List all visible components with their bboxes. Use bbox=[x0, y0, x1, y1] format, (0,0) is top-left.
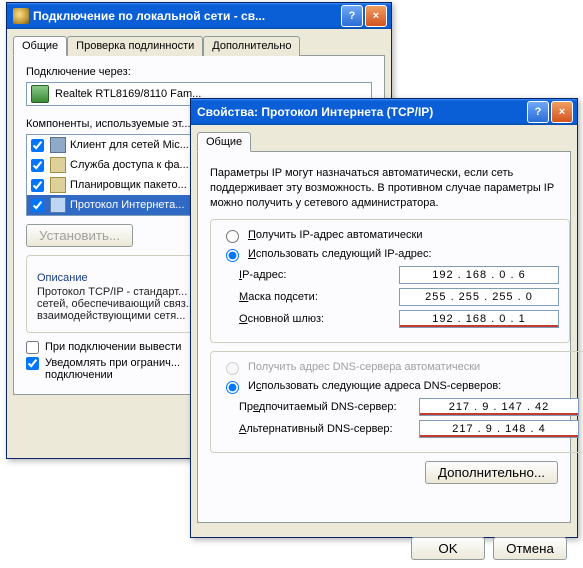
advanced-button[interactable]: Дополнительно... bbox=[425, 461, 558, 484]
radio-auto-dns-row: Получить адрес DNS-сервера автоматически bbox=[221, 359, 579, 375]
service-icon bbox=[50, 177, 66, 193]
radio-auto-ip[interactable] bbox=[226, 230, 239, 243]
component-checkbox[interactable] bbox=[31, 139, 44, 152]
radio-manual-dns[interactable] bbox=[226, 381, 239, 394]
component-label: Служба доступа к фа... bbox=[70, 159, 189, 171]
radio-manual-ip[interactable] bbox=[226, 249, 239, 262]
subnet-mask-field[interactable]: 255 . 255 . 255 . 0 bbox=[399, 288, 559, 306]
radio-manual-dns-row[interactable]: Использовать следующие адреса DNS-сервер… bbox=[221, 378, 579, 394]
radio-manual-ip-row[interactable]: Использовать следующий IP-адрес: bbox=[221, 246, 559, 262]
lan-window-title: Подключение по локальной сети - св... bbox=[33, 9, 341, 23]
close-button[interactable]: × bbox=[365, 5, 387, 27]
show-icon-checkbox[interactable] bbox=[26, 341, 39, 354]
info-text: Параметры IP могут назначаться автоматич… bbox=[210, 166, 558, 211]
service-icon bbox=[50, 157, 66, 173]
cancel-button[interactable]: Отмена bbox=[493, 537, 567, 560]
tab-general[interactable]: Общие bbox=[197, 132, 251, 152]
close-button[interactable]: × bbox=[551, 101, 573, 123]
notify-checkbox[interactable] bbox=[26, 357, 39, 370]
gateway-label: Основной шлюз: bbox=[239, 313, 399, 325]
adapter-name: Realtek RTL8169/8110 Fam... bbox=[55, 88, 201, 100]
connect-via-label: Подключение через: bbox=[26, 66, 372, 78]
component-checkbox[interactable] bbox=[31, 159, 44, 172]
component-checkbox[interactable] bbox=[31, 199, 44, 212]
lan-icon bbox=[13, 8, 29, 24]
help-button[interactable]: ? bbox=[341, 5, 363, 27]
dns-alt-row: Альтернативный DNS-сервер: 217 . 9 . 148… bbox=[239, 420, 579, 438]
client-icon bbox=[50, 137, 66, 153]
notify-label: Уведомлять при огранич... подключении bbox=[45, 357, 180, 381]
nic-icon bbox=[31, 85, 49, 103]
radio-manual-dns-label: Использовать следующие адреса DNS-сервер… bbox=[248, 380, 501, 392]
ip-address-row: IP-адрес: 192 . 168 . 0 . 6 bbox=[239, 266, 559, 284]
dns-alt-label: Альтернативный DNS-сервер: bbox=[239, 423, 419, 435]
tab-advanced[interactable]: Дополнительно bbox=[203, 36, 300, 56]
dns-alt-field[interactable]: 217 . 9 . 148 . 4 bbox=[419, 420, 579, 438]
show-icon-label: При подключении вывести bbox=[45, 341, 181, 353]
dns-preferred-row: Предпочитаемый DNS-сервер: 217 . 9 . 147… bbox=[239, 398, 579, 416]
subnet-mask-row: Маска подсети: 255 . 255 . 255 . 0 bbox=[239, 288, 559, 306]
ip-address-field[interactable]: 192 . 168 . 0 . 6 bbox=[399, 266, 559, 284]
tcpip-tab-panel: Параметры IP могут назначаться автоматич… bbox=[197, 151, 571, 523]
lan-window-titlebar: Подключение по локальной сети - св... ? … bbox=[7, 3, 391, 29]
dialog-button-bar: OK Отмена bbox=[191, 529, 577, 568]
ip-group: ППолучить IP-адрес автоматическиолучить … bbox=[210, 219, 570, 343]
component-checkbox[interactable] bbox=[31, 179, 44, 192]
help-button[interactable]: ? bbox=[527, 101, 549, 123]
tcpip-window-titlebar: Свойства: Протокол Интернета (TCP/IP) ? … bbox=[191, 99, 577, 125]
tcpip-window-title: Свойства: Протокол Интернета (TCP/IP) bbox=[197, 105, 527, 119]
ok-button[interactable]: OK bbox=[411, 537, 485, 560]
dns-preferred-field[interactable]: 217 . 9 . 147 . 42 bbox=[419, 398, 579, 416]
radio-auto-ip-label: ППолучить IP-адрес автоматическиолучить … bbox=[248, 229, 422, 241]
tab-general[interactable]: Общие bbox=[13, 36, 67, 56]
ip-address-label: IP-адрес: bbox=[239, 269, 399, 281]
tcpip-tabs: Общие bbox=[191, 125, 577, 151]
component-label: Протокол Интернета... bbox=[70, 199, 184, 211]
subnet-mask-label: Маска подсети: bbox=[239, 291, 399, 303]
protocol-icon bbox=[50, 197, 66, 213]
component-label: Планировщик пакето... bbox=[70, 179, 187, 191]
gateway-row: Основной шлюз: 192 . 168 . 0 . 1 bbox=[239, 310, 559, 328]
dns-preferred-label: Предпочитаемый DNS-сервер: bbox=[239, 401, 419, 413]
tcpip-properties-window: Свойства: Протокол Интернета (TCP/IP) ? … bbox=[190, 98, 578, 538]
gateway-field[interactable]: 192 . 168 . 0 . 1 bbox=[399, 310, 559, 328]
install-button[interactable]: Установить... bbox=[26, 224, 133, 247]
radio-manual-ip-label: Использовать следующий IP-адрес: bbox=[248, 248, 432, 260]
tab-auth[interactable]: Проверка подлинности bbox=[67, 36, 203, 56]
lan-tabs: Общие Проверка подлинности Дополнительно bbox=[7, 29, 391, 55]
component-label: Клиент для сетей Mic... bbox=[70, 139, 189, 151]
radio-auto-dns-label: Получить адрес DNS-сервера автоматически bbox=[248, 361, 480, 373]
radio-auto-dns bbox=[226, 362, 239, 375]
dns-group: Получить адрес DNS-сервера автоматически… bbox=[210, 351, 583, 453]
radio-auto-ip-row[interactable]: ППолучить IP-адрес автоматическиолучить … bbox=[221, 227, 559, 243]
